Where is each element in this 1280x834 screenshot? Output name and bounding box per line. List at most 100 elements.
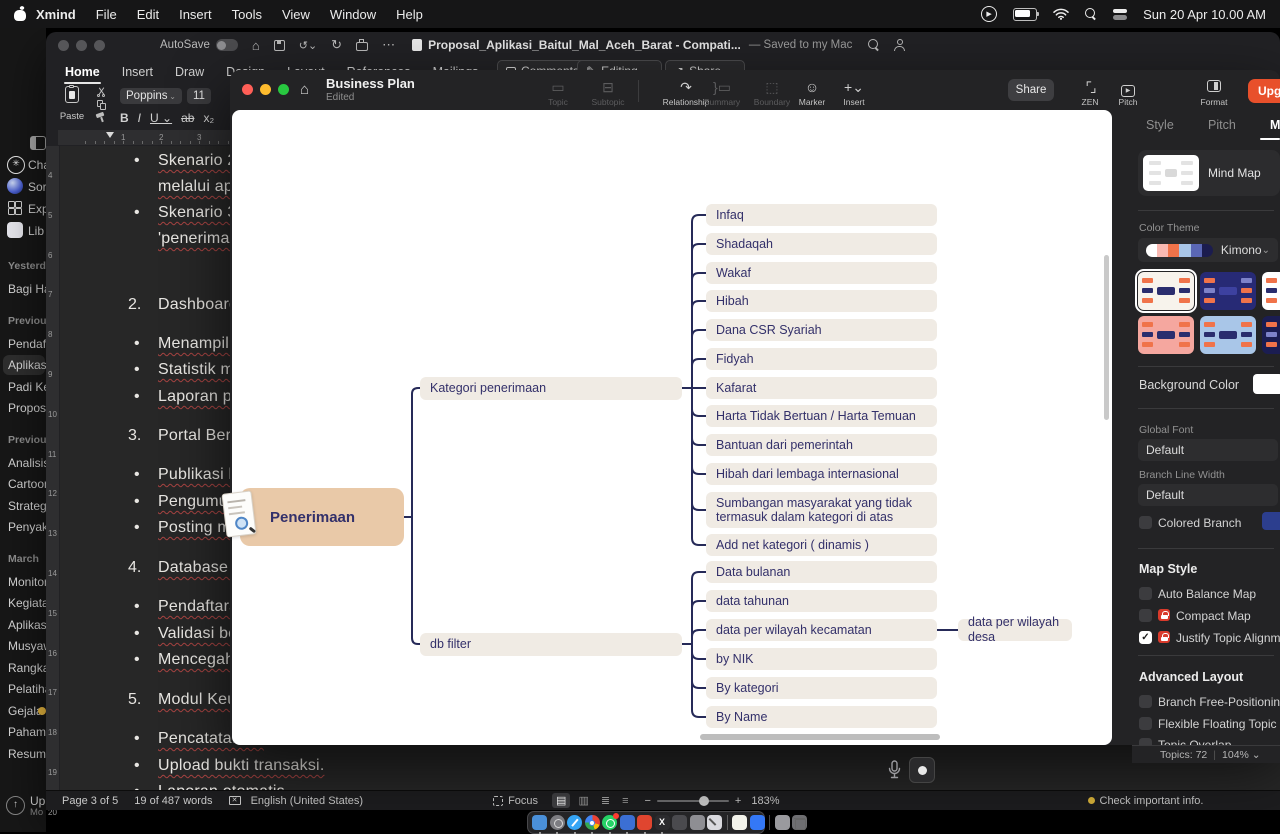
panel-tab-pitch[interactable]: Pitch (1208, 118, 1236, 132)
theme-thumbnail-sky[interactable] (1200, 316, 1256, 354)
format-painter-icon[interactable] (96, 113, 106, 122)
mindmap-subtopic[interactable]: data per wilayah desa (958, 619, 1072, 641)
cut-icon[interactable] (96, 87, 106, 97)
sidebar-conversation[interactable]: Monitori (8, 575, 46, 589)
checkbox-branch-free-positioning[interactable] (1139, 695, 1152, 708)
theme-thumbnail-salmon[interactable] (1138, 316, 1194, 354)
sidebar-nav-label[interactable]: Cha (28, 158, 46, 172)
zoom-button[interactable] (278, 84, 289, 95)
zoom-slider[interactable] (657, 800, 729, 802)
window-controls-inactive[interactable] (58, 40, 112, 51)
traffic-light-gray[interactable] (94, 40, 105, 51)
menu-item-edit[interactable]: Edit (127, 7, 169, 22)
sidebar-conversation[interactable]: Resume (8, 747, 46, 761)
library-icon[interactable] (7, 222, 23, 238)
insert-button[interactable]: +⌄Insert (828, 78, 880, 107)
mindmap-root-topic[interactable]: Penerimaan (240, 488, 404, 546)
mindmap-topic[interactable]: Infaq (706, 204, 937, 226)
ribbon-tab-draw[interactable]: Draw (166, 63, 213, 81)
mindmap-topic[interactable]: Harta Tidak Bertuan / Harta Temuan (706, 405, 937, 427)
canvas-vscrollbar[interactable] (1104, 255, 1109, 420)
mindmap-topic[interactable]: Hibah dari lembaga internasional (706, 463, 937, 485)
dock-chrome-icon[interactable] (585, 815, 600, 830)
sidebar-conversation[interactable]: Penyakit (8, 520, 46, 534)
panel-tab-style[interactable]: Style (1146, 118, 1174, 132)
status-language[interactable]: English (United States) (251, 795, 364, 807)
dock-settings-icon[interactable] (550, 815, 565, 830)
checkbox-compact-map[interactable] (1139, 609, 1152, 622)
traffic-light-gray[interactable] (58, 40, 69, 51)
upgrade-plan-label[interactable]: Up (30, 794, 45, 808)
font-size-select[interactable]: 11 (187, 88, 211, 104)
menu-item-view[interactable]: View (272, 7, 320, 22)
dock-pen-app-icon[interactable] (707, 815, 722, 830)
home-icon[interactable]: ⌂ (300, 81, 309, 98)
checkbox-justify-topic-alignment[interactable]: ✓ (1139, 631, 1152, 644)
menu-item-window[interactable]: Window (320, 7, 386, 22)
mindmap-topic[interactable]: Add net kategori ( dinamis ) (706, 534, 937, 556)
sidebar-nav-label[interactable]: Exp (28, 202, 46, 216)
sidebar-conversation[interactable]: Musyaw (8, 639, 46, 653)
sidebar-conversation[interactable]: Aplikasi (8, 618, 46, 632)
status-page[interactable]: Page 3 of 5 (62, 795, 118, 807)
menu-item-tools[interactable]: Tools (222, 7, 272, 22)
share-person-icon[interactable] (894, 39, 906, 51)
subscript-button[interactable]: x₂ (203, 111, 214, 125)
dock-gray-app-icon[interactable] (690, 815, 705, 830)
minimize-button[interactable] (260, 84, 271, 95)
upgrade-plan-icon[interactable]: ↑ (6, 796, 25, 815)
theme-thumbnail-dark-navy[interactable] (1262, 316, 1280, 354)
view-switcher[interactable]: ▤▥≣≡ (552, 793, 632, 808)
menu-item-insert[interactable]: Insert (169, 7, 222, 22)
control-center-icon[interactable] (1113, 9, 1127, 20)
upgrade-button[interactable]: Upgrade (1248, 79, 1280, 103)
theme-thumbnail-kimono-light[interactable] (1138, 272, 1194, 310)
mindmap-topic[interactable]: data tahunan (706, 590, 937, 612)
autosave-toggle[interactable] (216, 39, 238, 51)
italic-button[interactable]: I (138, 111, 141, 125)
web-layout-view[interactable]: ▥ (574, 793, 592, 808)
checkbox-flexible-floating-topic[interactable] (1139, 717, 1152, 730)
sidebar-conversation[interactable]: Proposa (8, 401, 46, 415)
mindmap-topic[interactable]: Sumbangan masyarakat yang tidak termasuk… (706, 492, 937, 528)
sidebar-nav-label[interactable]: Lib (28, 224, 44, 238)
zoom-out-icon[interactable]: − (644, 795, 650, 807)
ribbon-tab-insert[interactable]: Insert (113, 63, 162, 81)
checkbox-topic-overlap[interactable] (1139, 738, 1152, 745)
print-icon[interactable] (356, 42, 368, 51)
draft-view[interactable]: ≡ (618, 794, 632, 808)
canvas-hscrollbar[interactable] (700, 734, 940, 740)
mindmap-topic[interactable]: Wakaf (706, 262, 937, 284)
mindmap-topic[interactable]: Data bulanan (706, 561, 937, 583)
mindmap-branch-topic[interactable]: db filter (420, 633, 682, 656)
zoom-in-icon[interactable]: + (735, 795, 741, 807)
strikethrough-button[interactable]: ab (181, 111, 194, 125)
wifi-icon[interactable] (1053, 8, 1069, 20)
redo-icon[interactable]: ↻ (331, 37, 342, 53)
dock-finder-icon[interactable] (532, 815, 547, 830)
colored-branch-swatch[interactable] (1262, 512, 1280, 530)
mindmap-topic[interactable]: Bantuan dari pemerintah (706, 434, 937, 456)
dock-trash-icon[interactable] (792, 815, 807, 830)
explore-icon[interactable] (7, 200, 23, 216)
dock-blue-app-icon[interactable] (750, 815, 765, 830)
format-button[interactable]: Format (1188, 78, 1240, 107)
theme-thumbnail-navy[interactable] (1200, 272, 1256, 310)
mindmap-topic[interactable]: Hibah (706, 290, 937, 312)
print-layout-view[interactable]: ▤ (552, 793, 570, 808)
dock-red-app-icon[interactable] (637, 815, 652, 830)
mindmap-topic[interactable]: Fidyah (706, 348, 937, 370)
chatgpt-icon[interactable]: ✳ (7, 156, 25, 174)
sidebar-conversation[interactable]: Strategi (8, 499, 46, 513)
color-theme-select[interactable]: Kimono⌄ (1138, 238, 1278, 262)
dock-whatsapp-icon[interactable] (602, 815, 617, 830)
font-name-select[interactable]: Poppins⌄ (120, 88, 182, 104)
mindmap-branch-topic[interactable]: Kategori penerimaan (420, 377, 682, 400)
sidebar-conversation[interactable]: Padi Ken (8, 380, 46, 394)
traffic-light-gray[interactable] (76, 40, 87, 51)
zoom-control[interactable]: −+ (644, 795, 741, 807)
mindmap-topic[interactable]: data per wilayah kecamatan (706, 619, 937, 641)
more-icon[interactable]: ⋯ (382, 37, 395, 53)
sidebar-conversation[interactable]: Kegiatan (8, 596, 46, 610)
dock-notes-icon[interactable] (732, 815, 747, 830)
